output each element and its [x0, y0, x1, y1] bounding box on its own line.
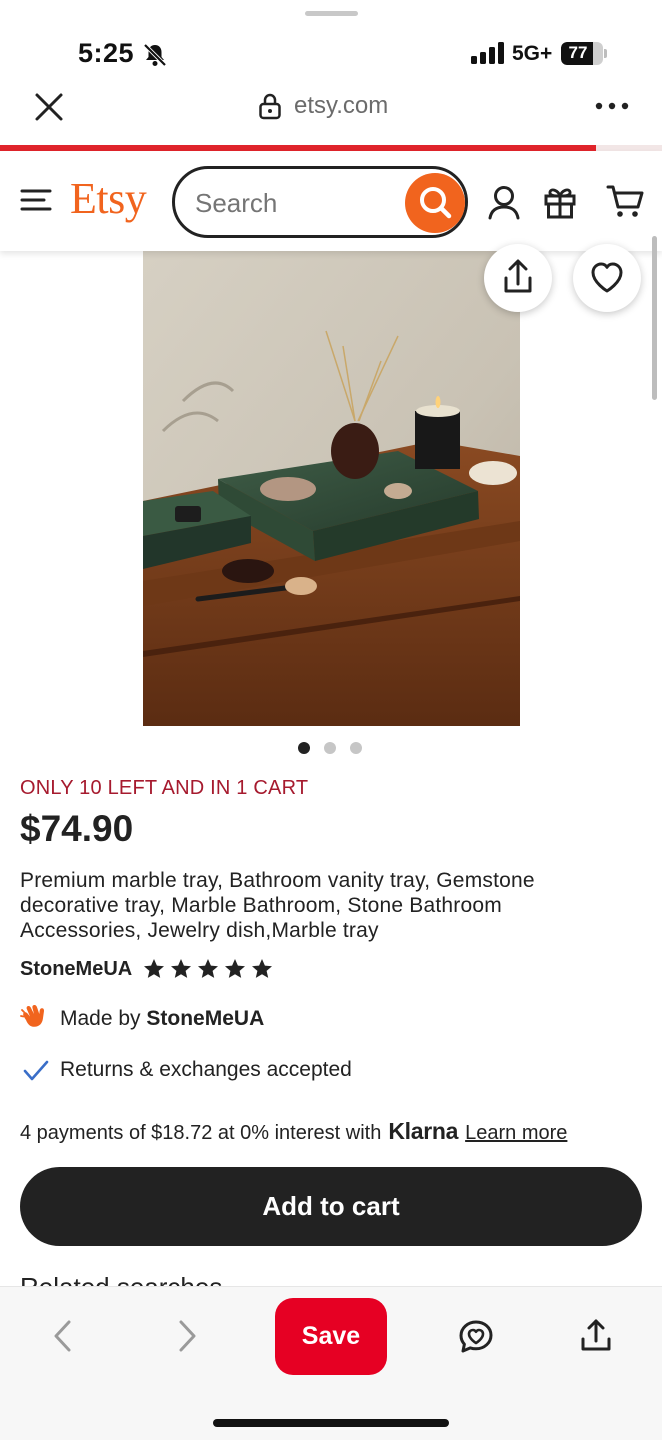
made-by-shop[interactable]: StoneMeUA [146, 1007, 264, 1031]
star-icon [198, 959, 219, 978]
scrollbar[interactable] [652, 236, 657, 400]
user-icon[interactable] [486, 184, 522, 220]
star-icon [225, 959, 246, 978]
star-icon [252, 959, 273, 978]
returns-text: Returns & exchanges accepted [60, 1058, 352, 1081]
cart-icon[interactable] [606, 183, 644, 219]
search-bar[interactable] [172, 166, 468, 238]
klarna-row: 4 payments of $18.72 at 0% interest with… [20, 1118, 567, 1145]
hamburger-icon[interactable] [20, 187, 52, 213]
network-type: 5G+ [512, 42, 553, 65]
toolbar-share-icon[interactable] [578, 1317, 614, 1353]
related-searches-heading: Related searches [20, 1272, 320, 1286]
share-button[interactable] [484, 244, 552, 312]
gift-icon[interactable] [542, 183, 578, 219]
image-dot[interactable] [298, 742, 310, 754]
save-button[interactable]: Save [275, 1298, 387, 1375]
product-image[interactable] [143, 251, 520, 726]
search-input[interactable] [195, 188, 395, 219]
screen: 5:25 5G+ 77 etsy.com Etsy Search ONLY 10… [0, 0, 662, 1440]
returns-row: Returns & exchanges accepted [20, 1055, 352, 1085]
check-icon [23, 1060, 49, 1081]
related-searches-text: Related searches [20, 1272, 222, 1286]
star-icon [171, 959, 192, 978]
price: $74.90 [20, 808, 134, 849]
product-title: Premium marble tray, Bathroom vanity tra… [20, 869, 535, 942]
rating-stars[interactable] [142, 957, 274, 981]
status-time: 5:25 [78, 38, 135, 68]
image-pagination[interactable] [298, 742, 362, 754]
add-to-cart-button[interactable]: Add to cart [20, 1167, 642, 1246]
made-by-prefix: Made by [60, 1007, 141, 1030]
bell-off-icon [143, 43, 167, 67]
shop-name[interactable]: StoneMeUA [20, 958, 132, 981]
bottom-toolbar: Save [0, 1286, 662, 1440]
search-button[interactable] [405, 173, 465, 233]
url-text: etsy.com [294, 92, 389, 119]
battery-icon: 77 [561, 42, 607, 65]
heart-icon [591, 262, 623, 293]
klarna-text: 4 payments of $18.72 at 0% interest with [20, 1122, 382, 1144]
favorite-button[interactable] [573, 244, 641, 312]
learn-more-link[interactable]: Learn more [465, 1122, 567, 1145]
lock-icon [259, 93, 281, 120]
chevron-right-icon[interactable] [172, 1319, 202, 1353]
search-icon [420, 187, 452, 219]
star-icon [144, 959, 165, 978]
more-icon[interactable] [594, 96, 630, 116]
hand-wave-icon [20, 1005, 45, 1027]
shop-rating-row[interactable]: StoneMeUA [20, 957, 274, 981]
status-bar: 5:25 5G+ 77 [0, 0, 662, 80]
made-by-row: Made by StoneMeUA [20, 1004, 264, 1034]
url-display[interactable]: etsy.com [258, 92, 388, 120]
chat-icon[interactable] [458, 1319, 494, 1355]
share-icon [504, 259, 532, 293]
browser-bar: etsy.com [0, 80, 662, 144]
etsy-header: Etsy [0, 151, 662, 251]
close-icon[interactable] [32, 90, 66, 124]
etsy-logo[interactable]: Etsy [70, 173, 147, 224]
home-indicator[interactable] [213, 1419, 449, 1427]
battery-percent: 77 [568, 43, 588, 62]
signal-icon [471, 42, 504, 64]
image-dot[interactable] [324, 742, 336, 754]
chevron-left-icon[interactable] [48, 1319, 78, 1353]
klarna-logo: Klarna [388, 1118, 459, 1144]
stock-notice: ONLY 10 LEFT AND IN 1 CART [20, 777, 309, 799]
image-dot[interactable] [350, 742, 362, 754]
